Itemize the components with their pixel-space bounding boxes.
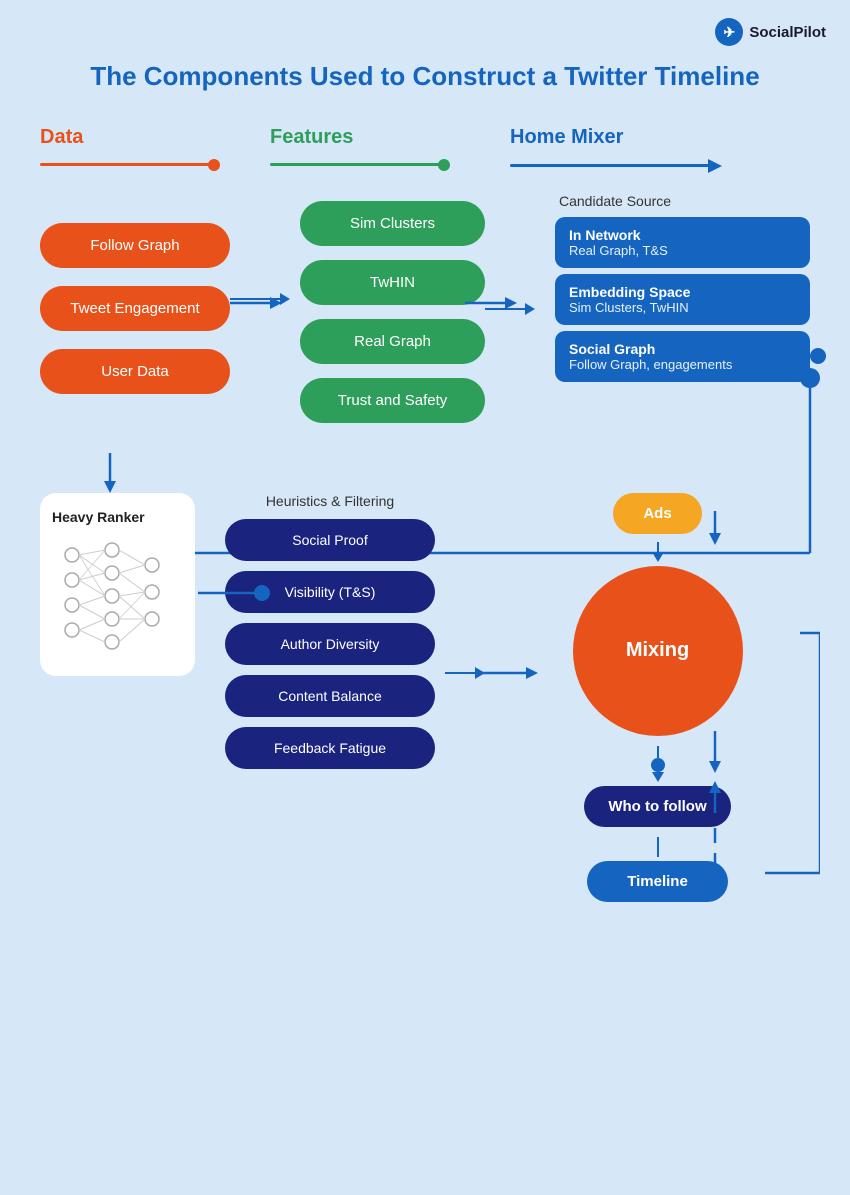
features-arrow [270, 159, 450, 171]
features-arrow-line [270, 163, 440, 166]
data-column: Follow Graph Tweet Engagement User Data [40, 193, 230, 394]
mixing-to-whotofollow-connector [651, 746, 665, 782]
heuristic-content-balance: Content Balance [225, 675, 435, 717]
data-pill-user-data: User Data [40, 349, 230, 394]
candidate-in-network: In Network Real Graph, T&S [555, 217, 810, 268]
data-pill-follow-graph: Follow Graph [40, 223, 230, 268]
feature-pill-twhin: TwHIN [300, 260, 485, 305]
flow-labels: Data Features Home Mixer [0, 94, 850, 173]
mixing-label: Mixing [626, 639, 689, 662]
page-title: The Components Used to Construct a Twitt… [0, 0, 850, 94]
feature-pill-trust-safety: Trust and Safety [300, 378, 485, 423]
heavy-ranker-title: Heavy Ranker [52, 509, 183, 525]
timeline-pill: Timeline [587, 861, 728, 902]
candidate-source-column: Candidate Source In Network Real Graph, … [555, 193, 810, 382]
social-graph-title: Social Graph [569, 341, 796, 357]
home-mixer-label-group: Home Mixer [510, 126, 810, 173]
heuristics-column: Heuristics & Filtering Social Proof Visi… [225, 493, 435, 779]
data-arrow [40, 159, 220, 171]
home-mixer-arrow [510, 159, 722, 173]
data-arrow-line [40, 163, 210, 166]
home-mixer-arrow-line [510, 164, 710, 167]
feature-pill-real-graph: Real Graph [300, 319, 485, 364]
heuristic-visibility: Visibility (T&S) [225, 571, 435, 613]
embedding-space-title: Embedding Space [569, 284, 796, 300]
in-network-title: In Network [569, 227, 796, 243]
data-to-features-arrow [230, 293, 290, 305]
candidate-embedding-space: Embedding Space Sim Clusters, TwHIN [555, 274, 810, 325]
candidate-source-label: Candidate Source [559, 193, 810, 209]
logo-icon: ✈ [715, 18, 743, 46]
data-label: Data [40, 126, 83, 149]
heuristic-author-diversity: Author Diversity [225, 623, 435, 665]
logo-text: SocialPilot [749, 24, 826, 41]
heuristic-feedback-fatigue: Feedback Fatigue [225, 727, 435, 769]
features-label: Features [270, 126, 353, 149]
features-column: Sim Clusters TwHIN Real Graph Trust and … [300, 193, 485, 423]
candidate-social-graph: Social Graph Follow Graph, engagements [555, 331, 810, 382]
heuristic-social-proof: Social Proof [225, 519, 435, 561]
features-label-group: Features [270, 126, 510, 171]
neural-net-diagram [52, 535, 182, 655]
real-graph-ts-subtitle: Real Graph, T&S [569, 243, 796, 258]
logo: ✈ SocialPilot [715, 18, 826, 46]
ads-pill: Ads [613, 493, 701, 534]
heuristics-label: Heuristics & Filtering [225, 493, 435, 509]
mixing-circle: Mixing [573, 566, 743, 736]
sim-clusters-twhin-subtitle: Sim Clusters, TwHIN [569, 300, 796, 315]
heavy-ranker-box: Heavy Ranker [40, 493, 195, 676]
mixing-column: Ads Mixing Who to follow Tim [495, 493, 820, 902]
features-to-candidate-arrow [485, 303, 535, 315]
data-label-group: Data [40, 126, 270, 171]
who-to-follow-pill: Who to follow [584, 786, 730, 827]
data-arrow-dot [208, 159, 220, 171]
whotofollow-to-timeline-connector [657, 837, 659, 857]
candidate-right-dot [810, 348, 826, 364]
features-arrow-dot [438, 159, 450, 171]
feature-pill-sim-clusters: Sim Clusters [300, 201, 485, 246]
heuristics-to-mixing-arrow [445, 573, 485, 773]
follow-graph-engagements-subtitle: Follow Graph, engagements [569, 357, 796, 372]
home-mixer-arrow-head [708, 159, 722, 173]
data-pill-tweet-engagement: Tweet Engagement [40, 286, 230, 331]
home-mixer-label: Home Mixer [510, 126, 623, 149]
ads-to-mixing-connector [652, 542, 664, 562]
bottom-section: Heavy Ranker [30, 453, 820, 902]
